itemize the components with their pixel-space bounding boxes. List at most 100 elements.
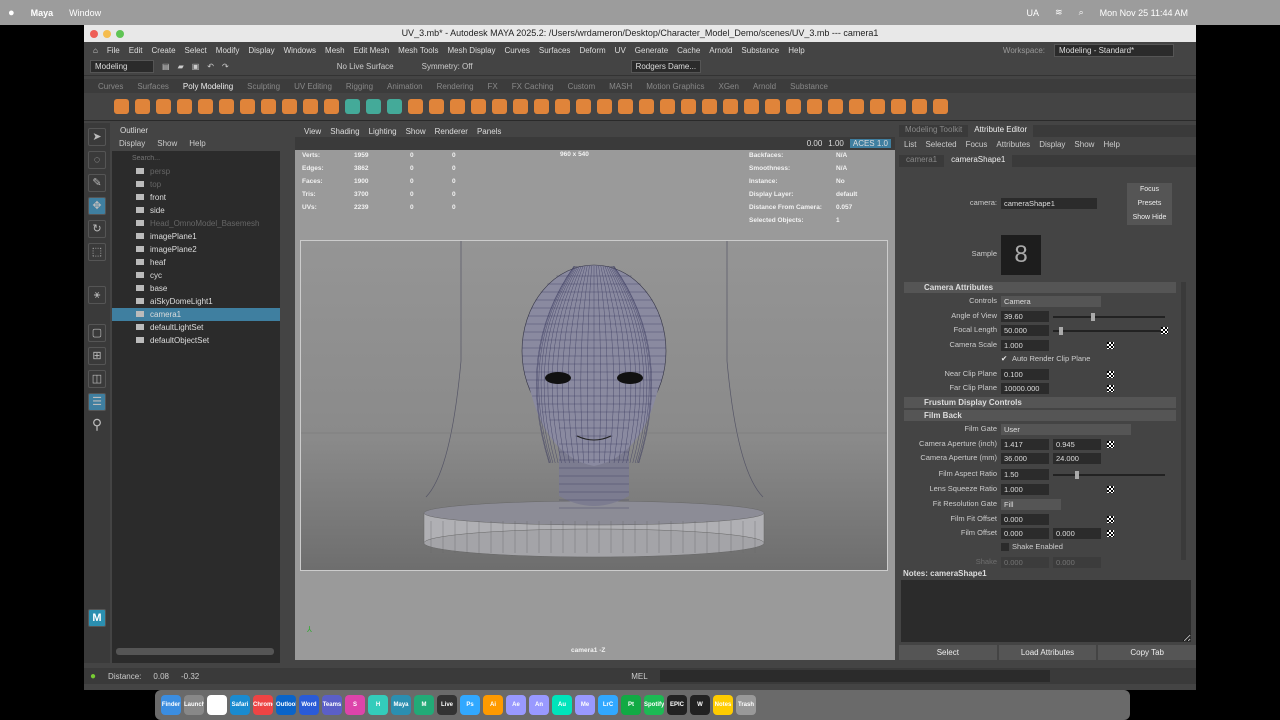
minimize-button[interactable] — [103, 30, 111, 38]
shelf-tool-icon[interactable] — [177, 99, 192, 114]
menu-edit[interactable]: Edit — [129, 46, 143, 55]
outliner-horizontal-scrollbar[interactable] — [116, 648, 274, 655]
scale-tool-icon[interactable]: ⬚ — [88, 243, 106, 261]
hide-button[interactable]: Hide — [1152, 214, 1166, 221]
search-icon[interactable]: ⚲ — [88, 416, 106, 434]
outliner-search-input[interactable] — [132, 153, 277, 163]
viewport-menu-renderer[interactable]: Renderer — [435, 127, 468, 136]
menu-mesh-display[interactable]: Mesh Display — [448, 46, 496, 55]
attr-field[interactable]: 0.100 — [1001, 369, 1049, 380]
shelf-tool-icon[interactable] — [366, 99, 381, 114]
map-button-icon[interactable] — [1107, 385, 1114, 392]
symmetry-dropdown[interactable]: Symmetry: Off — [422, 62, 473, 71]
menu-modify[interactable]: Modify — [216, 46, 240, 55]
shelf-tab-rigging[interactable]: Rigging — [346, 82, 373, 91]
dock-app-au[interactable]: Au — [552, 695, 572, 715]
outliner-item[interactable]: front — [112, 191, 280, 204]
dock-app-me[interactable]: Me — [575, 695, 595, 715]
camera-name-field[interactable]: cameraShape1 — [1001, 198, 1097, 209]
shelf-tool-icon[interactable] — [618, 99, 633, 114]
attr-field[interactable]: 36.000 — [1001, 453, 1049, 464]
menu-uv[interactable]: UV — [615, 46, 626, 55]
menu-deform[interactable]: Deform — [579, 46, 605, 55]
menu-cache[interactable]: Cache — [677, 46, 700, 55]
dock-app-s[interactable]: S — [345, 695, 365, 715]
dock-app-trash[interactable]: Trash — [736, 695, 756, 715]
dock-app-an[interactable]: An — [529, 695, 549, 715]
dock-app-spotify[interactable]: Spotify — [644, 695, 664, 715]
paint-select-icon[interactable]: ✎ — [88, 174, 106, 192]
shelf-tab-mash[interactable]: MASH — [609, 82, 632, 91]
map-button-icon[interactable] — [1107, 486, 1114, 493]
ae-menu-display[interactable]: Display — [1039, 137, 1065, 153]
attr-field[interactable]: 39.60 — [1001, 311, 1049, 322]
viewport-panel[interactable]: View Shading Lighting Show Renderer Pane… — [295, 125, 895, 660]
attr-slider[interactable] — [1053, 471, 1165, 479]
shelf-tool-icon[interactable] — [723, 99, 738, 114]
presets-button[interactable]: Presets — [1127, 197, 1172, 211]
outliner-item[interactable]: aiSkyDomeLight1 — [112, 295, 280, 308]
menu-create[interactable]: Create — [152, 46, 176, 55]
map-button-icon[interactable] — [1107, 516, 1114, 523]
shelf-tool-icon[interactable] — [324, 99, 339, 114]
ae-menu-help[interactable]: Help — [1103, 137, 1119, 153]
lasso-tool-icon[interactable]: ◌ — [88, 151, 106, 169]
shelf-tab-arnold[interactable]: Arnold — [753, 82, 776, 91]
section-film-back[interactable]: Film Back — [904, 410, 1176, 421]
viewport-menu-shading[interactable]: Shading — [330, 127, 359, 136]
menu-mesh-tools[interactable]: Mesh Tools — [398, 46, 438, 55]
shelf-tool-icon[interactable] — [471, 99, 486, 114]
shelf-tab-motion-graphics[interactable]: Motion Graphics — [646, 82, 704, 91]
command-line-input[interactable] — [659, 670, 1050, 682]
shelf-tool-icon[interactable] — [114, 99, 129, 114]
attr-field[interactable]: 0.000 — [1053, 528, 1101, 539]
slider-handle[interactable] — [1091, 313, 1096, 321]
shelf-tool-icon[interactable] — [282, 99, 297, 114]
redo-icon[interactable]: ↷ — [222, 62, 229, 71]
slider-handle[interactable] — [1058, 327, 1063, 335]
shelf-tool-icon[interactable] — [660, 99, 675, 114]
attr-dropdown[interactable]: Camera — [1001, 296, 1101, 307]
shelf-tab-animation[interactable]: Animation — [387, 82, 423, 91]
attr-field[interactable]: 50.000 — [1001, 325, 1049, 336]
clock[interactable]: Mon Nov 25 11:44 AM — [1100, 8, 1188, 18]
outliner-item[interactable]: heaf — [112, 256, 280, 269]
menu-arnold[interactable]: Arnold — [709, 46, 732, 55]
notes-textarea[interactable] — [901, 580, 1191, 642]
shelf-tab-custom[interactable]: Custom — [568, 82, 596, 91]
menu-select[interactable]: Select — [185, 46, 207, 55]
menu-file[interactable]: File — [107, 46, 120, 55]
dock-app-lrc[interactable]: LrC — [598, 695, 618, 715]
shelf-tool-icon[interactable] — [891, 99, 906, 114]
dock-app-w[interactable]: W — [690, 695, 710, 715]
dock-app-word[interactable]: Word — [299, 695, 319, 715]
shelf-tool-icon[interactable] — [387, 99, 402, 114]
menu-surfaces[interactable]: Surfaces — [539, 46, 571, 55]
apple-menu-icon[interactable]: ● — [8, 7, 15, 19]
menu-mesh[interactable]: Mesh — [325, 46, 345, 55]
shelf-tool-icon[interactable] — [744, 99, 759, 114]
map-button-icon[interactable] — [1107, 371, 1114, 378]
map-button-icon[interactable] — [1107, 441, 1114, 448]
outliner-item[interactable]: imagePlane1 — [112, 230, 280, 243]
focus-button[interactable]: Focus — [1127, 183, 1172, 197]
color-management-button[interactable]: ACES 1.0 — [849, 139, 891, 148]
shelf-tool-icon[interactable] — [345, 99, 360, 114]
attr-field[interactable]: 1.50 — [1001, 469, 1049, 480]
shelf-tool-icon[interactable] — [303, 99, 318, 114]
shelf-tool-icon[interactable] — [534, 99, 549, 114]
attr-field[interactable]: 1.417 — [1001, 439, 1049, 450]
rotate-tool-icon[interactable]: ↻ — [88, 220, 106, 238]
dock-app-safari[interactable]: Safari — [230, 695, 250, 715]
two-layout-icon[interactable]: ◫ — [88, 370, 106, 388]
checkbox-box[interactable] — [1001, 543, 1009, 551]
viewport-menu-show[interactable]: Show — [406, 127, 426, 136]
show-button[interactable]: Show — [1133, 214, 1151, 221]
dock-app-ai[interactable]: Ai — [483, 695, 503, 715]
dock-app-finder[interactable]: Finder — [161, 695, 181, 715]
menu-windows[interactable]: Windows — [284, 46, 316, 55]
mel-label[interactable]: MEL — [631, 672, 647, 681]
menu-set-dropdown[interactable]: Modeling — [90, 60, 154, 73]
undo-icon[interactable]: ↶ — [207, 62, 214, 71]
ae-menu-selected[interactable]: Selected — [925, 137, 956, 153]
